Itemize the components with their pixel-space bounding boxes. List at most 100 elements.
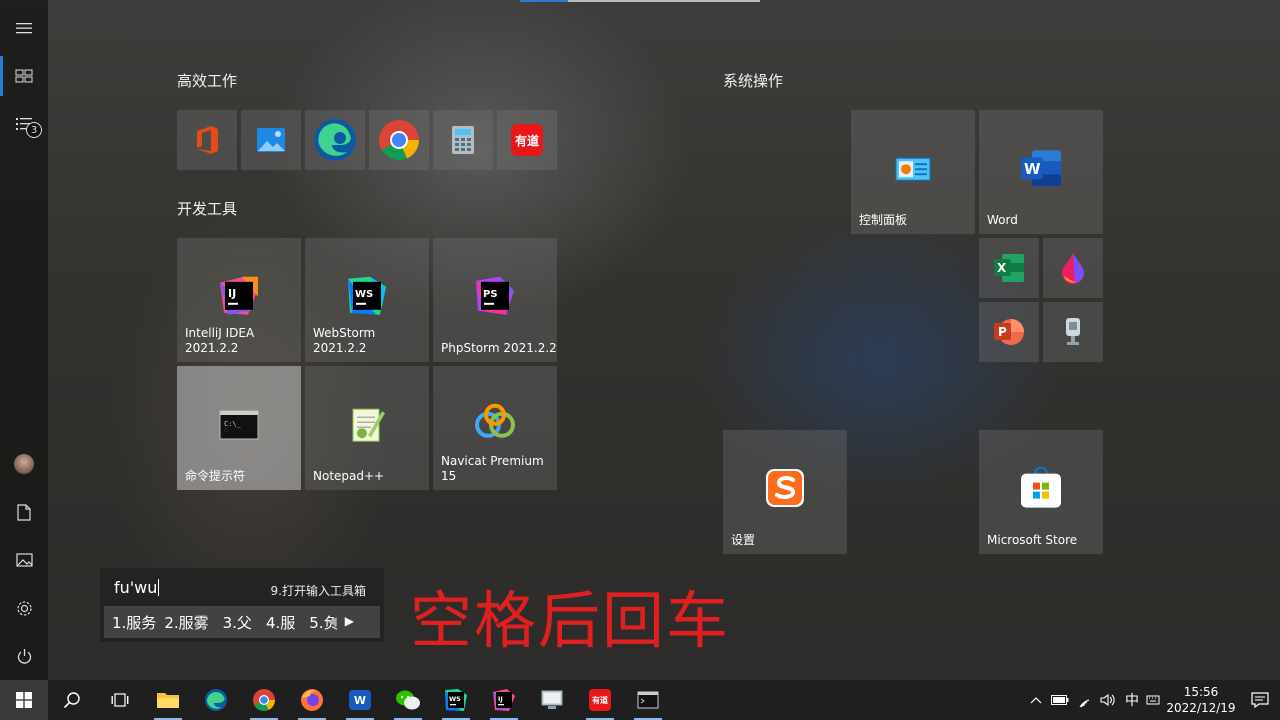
tile-label: 设置 xyxy=(731,533,756,547)
action-center-button[interactable] xyxy=(1240,680,1280,720)
group-title-system[interactable]: 系统操作 xyxy=(723,70,783,91)
ime-candidate[interactable]: 3.父 xyxy=(223,612,252,633)
taskbar-wechat[interactable] xyxy=(384,680,432,720)
svg-text:W: W xyxy=(1024,160,1041,178)
tile-intellij[interactable]: IJ IntelliJ IDEA 2021.2.2 xyxy=(177,238,301,362)
intellij-icon: IJ xyxy=(493,689,515,711)
tile-chrome[interactable] xyxy=(369,110,429,170)
system-tray: 中 15:56 2022/12/19 xyxy=(1024,680,1280,720)
tile-notepadpp[interactable]: Notepad++ xyxy=(305,366,429,490)
taskbar-word[interactable]: W xyxy=(336,680,384,720)
hamburger-menu-button[interactable] xyxy=(0,4,48,52)
taskbar-file-explorer[interactable] xyxy=(144,680,192,720)
notepadpp-icon xyxy=(348,405,386,443)
navicat-icon xyxy=(474,403,516,445)
tile-cmd[interactable]: C:\_ 命令提示符 xyxy=(177,366,301,490)
tile-excel[interactable]: X xyxy=(979,238,1039,298)
wechat-icon xyxy=(396,690,420,710)
word-icon: W xyxy=(1020,149,1062,187)
pictures-button[interactable] xyxy=(0,536,48,584)
show-hidden-icons-button[interactable] xyxy=(1024,680,1048,720)
tile-word[interactable]: W Word xyxy=(979,110,1103,234)
tile-calculator[interactable] xyxy=(433,110,493,170)
webstorm-icon: WS xyxy=(346,275,388,317)
chrome-icon xyxy=(253,689,275,711)
ime-settings-icon xyxy=(1146,695,1160,705)
svg-text:WS: WS xyxy=(355,289,373,300)
tile-photos[interactable] xyxy=(241,110,301,170)
taskbar-remote-desktop[interactable] xyxy=(528,680,576,720)
tile-webstorm[interactable]: WS WebStorm 2021.2.2 xyxy=(305,238,429,362)
clock-date: 2022/12/19 xyxy=(1166,701,1236,715)
tile-label: Navicat Premium 15 xyxy=(441,454,544,483)
tile-office[interactable] xyxy=(177,110,237,170)
hamburger-icon xyxy=(16,23,32,34)
tile-phpstorm[interactable]: PS PhpStorm 2021.2.2 xyxy=(433,238,557,362)
intellij-icon: IJ xyxy=(218,275,260,317)
taskbar-webstorm[interactable]: WS xyxy=(432,680,480,720)
page-next-icon[interactable]: ▶ xyxy=(345,614,354,628)
tile-microsoft-store[interactable]: Microsoft Store xyxy=(979,430,1103,554)
youdao-icon: 有道 xyxy=(511,124,543,156)
tile-voice-recorder[interactable] xyxy=(1043,302,1103,362)
ime-candidate-window: fu'wu 9.打开输入工具箱 1.服务 2.服雾 3.父 4.服 5.负 ◀ ▶ xyxy=(100,568,384,642)
all-apps-button[interactable]: 3 xyxy=(0,100,48,148)
taskbar-firefox[interactable] xyxy=(288,680,336,720)
pinned-tiles-button[interactable] xyxy=(0,52,48,100)
battery-button[interactable] xyxy=(1048,680,1072,720)
user-account-button[interactable] xyxy=(0,440,48,488)
taskbar-chrome[interactable] xyxy=(240,680,288,720)
taskbar-intellij[interactable]: IJ xyxy=(480,680,528,720)
notification-icon xyxy=(1251,692,1269,708)
ime-candidate[interactable]: 1.服务 xyxy=(112,612,156,633)
tile-label: WebStorm 2021.2.2 xyxy=(313,326,376,355)
group-title-dev[interactable]: 开发工具 xyxy=(177,198,237,219)
start-button[interactable] xyxy=(0,680,48,720)
ime-candidate[interactable]: 2.服雾 xyxy=(164,612,208,633)
ime-candidate-list: 1.服务 2.服雾 3.父 4.服 5.负 ◀ ▶ xyxy=(104,606,380,638)
remote-desktop-icon xyxy=(541,690,563,709)
tile-label: Notepad++ xyxy=(313,469,385,483)
svg-text:X: X xyxy=(997,261,1007,275)
taskbar: W WS IJ 有道 中 15:56 2022/12/19 xyxy=(0,680,1280,720)
annotation-overlay-text: 空格后回车 xyxy=(410,584,731,657)
taskbar-edge[interactable] xyxy=(192,680,240,720)
chrome-icon xyxy=(378,119,420,161)
ime-composition-text: fu'wu xyxy=(114,578,158,597)
tile-label: 控制面板 xyxy=(859,213,908,227)
tile-label: PhpStorm 2021.2.2 xyxy=(441,341,557,355)
tile-edge[interactable] xyxy=(305,110,365,170)
volume-button[interactable] xyxy=(1096,680,1120,720)
search-button[interactable] xyxy=(48,680,96,720)
power-button[interactable] xyxy=(0,632,48,680)
tile-paint[interactable] xyxy=(1043,238,1103,298)
taskbar-cmd[interactable] xyxy=(624,680,672,720)
cmd-icon: C:\_ xyxy=(219,410,259,440)
input-language-button[interactable]: 中 xyxy=(1120,680,1144,720)
tile-label: IntelliJ IDEA 2021.2.2 xyxy=(185,326,255,355)
chevron-up-icon xyxy=(1030,697,1042,704)
page-prev-icon[interactable]: ◀ xyxy=(328,614,337,628)
taskbar-youdao[interactable]: 有道 xyxy=(576,680,624,720)
start-left-rail: 3 xyxy=(0,0,48,680)
tile-control-panel[interactable]: 控制面板 xyxy=(851,110,975,234)
documents-button[interactable] xyxy=(0,488,48,536)
clock[interactable]: 15:56 2022/12/19 xyxy=(1162,684,1240,716)
ime-page-arrows[interactable]: ◀ ▶ xyxy=(328,614,368,628)
webstorm-icon: WS xyxy=(445,689,467,711)
ime-mode-button[interactable] xyxy=(1144,680,1162,720)
youdao-icon: 有道 xyxy=(589,689,611,711)
edge-icon xyxy=(205,689,227,711)
task-view-icon xyxy=(111,693,129,707)
ime-candidate[interactable]: 4.服 xyxy=(266,612,295,633)
ime-toolbox-option[interactable]: 9.打开输入工具箱 xyxy=(271,582,366,599)
group-title-efficient[interactable]: 高效工作 xyxy=(177,70,237,91)
tile-navicat[interactable]: Navicat Premium 15 xyxy=(433,366,557,490)
settings-rail-button[interactable] xyxy=(0,584,48,632)
photos-icon xyxy=(256,127,286,153)
network-button[interactable] xyxy=(1072,680,1096,720)
tile-powerpoint[interactable]: P xyxy=(979,302,1039,362)
tile-youdao[interactable]: 有道 xyxy=(497,110,557,170)
tile-settings[interactable]: 设置 xyxy=(723,430,847,554)
task-view-button[interactable] xyxy=(96,680,144,720)
